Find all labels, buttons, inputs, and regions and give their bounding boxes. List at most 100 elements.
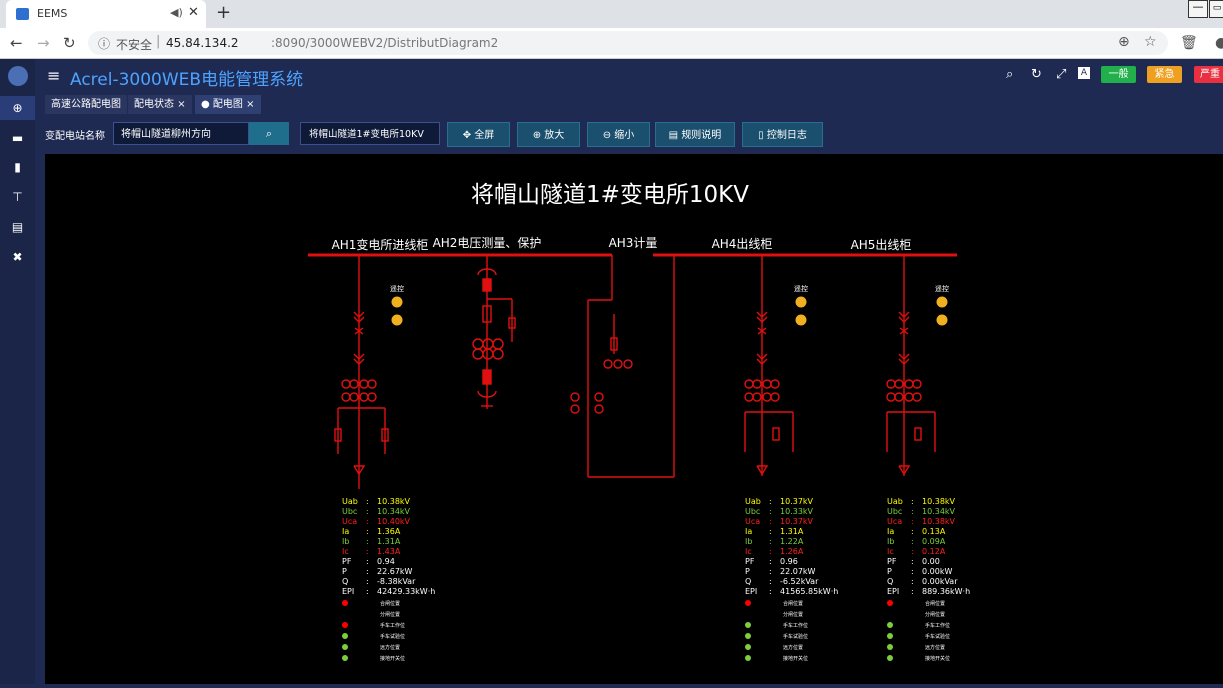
active-dot-icon: ●	[201, 99, 210, 110]
bookmark-star-icon[interactable]: ☆	[1144, 34, 1157, 50]
alarm-severe-badge[interactable]: 严重	[1194, 66, 1223, 83]
forward-icon[interactable]: →	[37, 34, 50, 52]
meter-value-ah4: -6.52kVar	[780, 577, 819, 586]
status-dot-ah5	[887, 600, 893, 606]
meter-colon-ah4: :	[769, 507, 772, 516]
avatar[interactable]	[8, 66, 28, 86]
station-input[interactable]: 将帽山隧道柳州方向	[113, 122, 249, 145]
info-icon[interactable]: ⓘ	[98, 35, 110, 52]
fullscreen-button[interactable]: ✥ 全屏	[447, 122, 510, 147]
status-label-ah4: 远方位置	[783, 644, 803, 651]
tools-icon[interactable]: ✖	[10, 250, 25, 265]
control-log-button[interactable]: ▯ 控制日志	[742, 122, 823, 147]
folder-icon[interactable]: ▬	[10, 131, 25, 146]
meter-label-ah5: EPI	[887, 587, 899, 596]
remote-lamp-icon[interactable]	[936, 314, 948, 326]
status-label-ah1: 合闸位置	[380, 600, 400, 607]
meter-label-ah4: Uca	[745, 517, 760, 526]
tab-distribution-diagram[interactable]: ● 配电图 ×	[195, 95, 261, 114]
tab-close-icon[interactable]: ×	[177, 99, 185, 110]
meter-colon-ah5: :	[911, 587, 914, 596]
rules-label: 规则说明	[681, 130, 722, 141]
meter-label-ah5: Uca	[887, 517, 902, 526]
status-label-ah5: 接地开关位	[925, 655, 950, 662]
tab-highway-diagram[interactable]: 高速公路配电图	[45, 95, 127, 114]
meter-label-ah5: Q	[887, 577, 893, 586]
status-label-ah5: 手车工作位	[925, 622, 950, 629]
station-search-button[interactable]: ⌕	[249, 122, 289, 145]
refresh-icon[interactable]: ↻	[1031, 67, 1042, 82]
font-icon[interactable]: A	[1078, 67, 1090, 79]
tab-distribution-status[interactable]: 配电状态 ×	[128, 95, 192, 114]
transmission-icon[interactable]: ⊤	[10, 190, 25, 205]
status-label-ah1: 手车试验位	[380, 633, 405, 640]
search-icon[interactable]: ⌕	[1006, 67, 1013, 82]
meter-value-ah4: 22.07kW	[780, 567, 816, 576]
bar-chart-icon[interactable]: ▮	[10, 160, 25, 175]
remote-lamp-icon[interactable]	[391, 314, 403, 326]
menu-icon[interactable]: ≡	[47, 66, 60, 85]
status-label-ah4: 手车工作位	[783, 622, 808, 629]
status-dot-ah4	[745, 633, 751, 639]
zoom-out-button[interactable]: ⊖ 缩小	[587, 122, 650, 147]
dashboard-icon[interactable]: ⊕	[10, 101, 25, 116]
status-label-ah5: 手车试验位	[925, 633, 950, 640]
tab-close-icon[interactable]: ✕	[188, 5, 199, 20]
document-icon[interactable]: ▤	[10, 220, 25, 235]
meter-colon-ah4: :	[769, 587, 772, 596]
window-restore-button[interactable]: ▭	[1209, 0, 1223, 18]
meter-value-ah5: 0.09A	[922, 537, 946, 546]
cabinet-label-ah4: AH4出线柜	[712, 237, 773, 251]
status-dot-ah4	[745, 644, 751, 650]
window-minimize-button[interactable]: —	[1188, 0, 1208, 18]
meter-label-ah1: PF	[342, 557, 352, 566]
remote-lamp-icon[interactable]	[391, 296, 403, 308]
status-label-ah5: 分闸位置	[925, 611, 945, 618]
browser-tab[interactable]: EEMS ◀) ✕	[6, 0, 206, 28]
meter-label-ah1: Ia	[342, 527, 349, 536]
meter-value-ah4: 10.37kV	[780, 497, 814, 506]
meter-label-ah4: Uab	[745, 497, 761, 506]
remote-lamp-icon[interactable]	[795, 296, 807, 308]
meter-value-ah1: 0.94	[377, 557, 395, 566]
cabinet-label-ah1: AH1变电所进线柜	[332, 237, 429, 252]
diagram-canvas: 将帽山隧道1#变电所10KV AH1变电所进线柜 AH2电压测量、保护 AH3计…	[45, 154, 1223, 684]
meter-value-ah1: 1.43A	[377, 547, 401, 556]
meter-label-ah4: P	[745, 567, 750, 576]
meter-colon-ah5: :	[911, 557, 914, 566]
rules-button[interactable]: ▤ 规则说明	[655, 122, 735, 147]
zoom-icon[interactable]: ⊕	[1118, 34, 1130, 50]
toolbar: 变配电站名称 将帽山隧道柳州方向 ⌕ 将帽山隧道1#变电所10KV ✥ 全屏 ⊕…	[35, 116, 1223, 154]
remote-lamp-icon[interactable]	[795, 314, 807, 326]
trash-icon[interactable]: 🗑	[1180, 35, 1198, 51]
meter-label-ah4: EPI	[745, 587, 757, 596]
single-line-diagram: 将帽山隧道1#变电所10KV AH1变电所进线柜 AH2电压测量、保护 AH3计…	[308, 182, 970, 662]
security-label: 不安全	[116, 38, 153, 52]
voltage-transformer-ah2	[472, 255, 516, 409]
alarm-urgent-badge[interactable]: 紧急	[1147, 66, 1182, 83]
status-dot-ah1	[342, 655, 348, 661]
meter-label-ah4: PF	[745, 557, 755, 566]
remote-lamp-icon[interactable]	[936, 296, 948, 308]
status-label-ah4: 手车试验位	[783, 633, 808, 640]
zoom-out-icon: ⊖	[602, 130, 612, 141]
url-field[interactable]: ⓘ 不安全 | 45.84.134.2 :8090/3000WEBV2/Dist…	[88, 31, 1168, 55]
zoom-in-button[interactable]: ⊕ 放大	[517, 122, 580, 147]
speaker-icon[interactable]: ◀)	[170, 6, 183, 19]
fullscreen-icon[interactable]: ⤢	[1056, 67, 1066, 82]
status-indicators: 合闸位置分闸位置手车工作位手车试验位远方位置接地开关位 合闸位置分闸位置手车工作位…	[342, 600, 950, 662]
tab-close-icon[interactable]: ×	[246, 99, 254, 110]
back-icon[interactable]: ←	[10, 34, 23, 52]
tab-label: 配电图	[212, 99, 243, 110]
substation-select[interactable]: 将帽山隧道1#变电所10KV	[300, 122, 440, 145]
new-tab-button[interactable]: +	[216, 2, 231, 23]
zoom-out-label: 缩小	[614, 130, 635, 141]
profile-icon[interactable]: ●	[1215, 35, 1223, 51]
alarm-general-badge[interactable]: 一般	[1101, 66, 1136, 83]
meter-value-ah5: 10.34kV	[922, 507, 956, 516]
meter-colon-ah4: :	[769, 527, 772, 536]
reload-icon[interactable]: ↻	[63, 34, 76, 52]
meter-colon-ah5: :	[911, 567, 914, 576]
meter-label-ah5: P	[887, 567, 892, 576]
zoom-in-label: 放大	[544, 130, 565, 141]
